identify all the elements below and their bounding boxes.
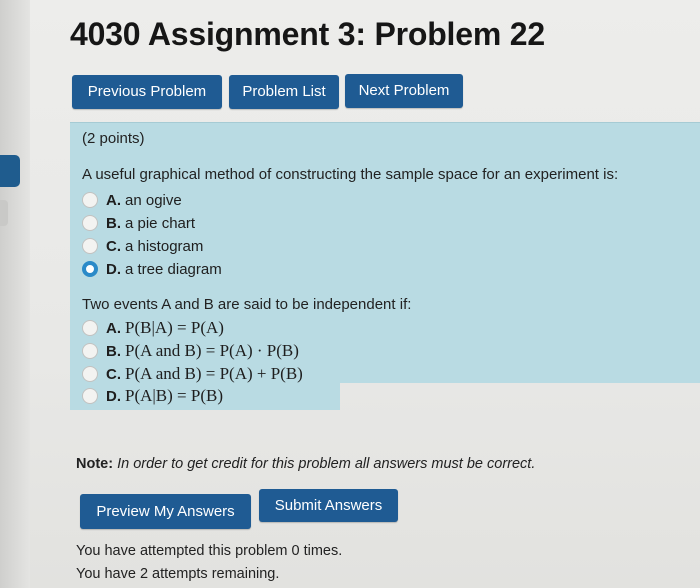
remaining-text: You have 2 attempts remaining. xyxy=(76,566,280,582)
note-text: In order to get credit for this problem … xyxy=(117,456,536,472)
question2-option-c[interactable]: C. P(A and B) = P(A) + P(B) xyxy=(82,364,303,384)
question2-option-a[interactable]: A. P(B|A) = P(A) xyxy=(82,318,224,338)
question2-option-b[interactable]: B. P(A and B) = P(A) · P(B) xyxy=(82,341,299,361)
option-text: P(A and B) = P(A) · P(B) xyxy=(125,341,299,360)
radio-c-icon[interactable] xyxy=(82,238,98,254)
problem-list-button[interactable]: Problem List xyxy=(229,75,339,109)
option-label: B. xyxy=(106,342,121,360)
option-text: a histogram xyxy=(125,237,204,255)
next-problem-button[interactable]: Next Problem xyxy=(345,74,463,108)
option-label: C. xyxy=(106,237,121,255)
radio-a-icon[interactable] xyxy=(82,192,98,208)
sidebar-tab-secondary[interactable] xyxy=(0,200,8,226)
option-label: B. xyxy=(106,214,121,232)
radio-d-selected-icon[interactable] xyxy=(82,261,98,277)
submit-answers-button[interactable]: Submit Answers xyxy=(259,489,398,522)
radio-b-icon[interactable] xyxy=(82,343,98,359)
option-text: a pie chart xyxy=(125,214,196,232)
option-text: an ogive xyxy=(125,191,182,209)
option-text: P(A and B) = P(A) + P(B) xyxy=(125,364,303,383)
note-label: Note: xyxy=(76,456,114,472)
question1-prompt: A useful graphical method of constructin… xyxy=(82,166,619,183)
option-text: P(B|A) = P(A) xyxy=(125,318,224,337)
option-label: C. xyxy=(106,365,121,383)
radio-d-icon[interactable] xyxy=(82,388,98,404)
page-title: 4030 Assignment 3: Problem 22 xyxy=(70,16,545,52)
option-label: A. xyxy=(106,319,121,337)
question1-option-a[interactable]: A. an ogive xyxy=(82,190,182,210)
points-label: (2 points) xyxy=(82,130,145,147)
preview-answers-button[interactable]: Preview My Answers xyxy=(80,494,251,529)
left-sidebar-edge xyxy=(0,0,30,588)
radio-b-icon[interactable] xyxy=(82,215,98,231)
option-label: D. xyxy=(106,260,121,278)
radio-c-icon[interactable] xyxy=(82,366,98,382)
attempts-text: You have attempted this problem 0 times. xyxy=(76,543,343,559)
radio-a-icon[interactable] xyxy=(82,320,98,336)
option-label: A. xyxy=(106,191,121,209)
previous-problem-button[interactable]: Previous Problem xyxy=(72,75,222,109)
option-text: P(A|B) = P(B) xyxy=(125,386,223,405)
question1-option-b[interactable]: B. a pie chart xyxy=(82,213,195,233)
sidebar-tab[interactable] xyxy=(0,155,20,187)
question1-option-d[interactable]: D. a tree diagram xyxy=(82,259,222,279)
question2-option-d[interactable]: D. P(A|B) = P(B) xyxy=(82,386,223,406)
question2-prompt: Two events A and B are said to be indepe… xyxy=(82,296,412,313)
question1-option-c[interactable]: C. a histogram xyxy=(82,236,203,256)
option-label: D. xyxy=(106,387,121,405)
note: Note: In order to get credit for this pr… xyxy=(76,456,535,472)
option-text: a tree diagram xyxy=(125,260,222,278)
